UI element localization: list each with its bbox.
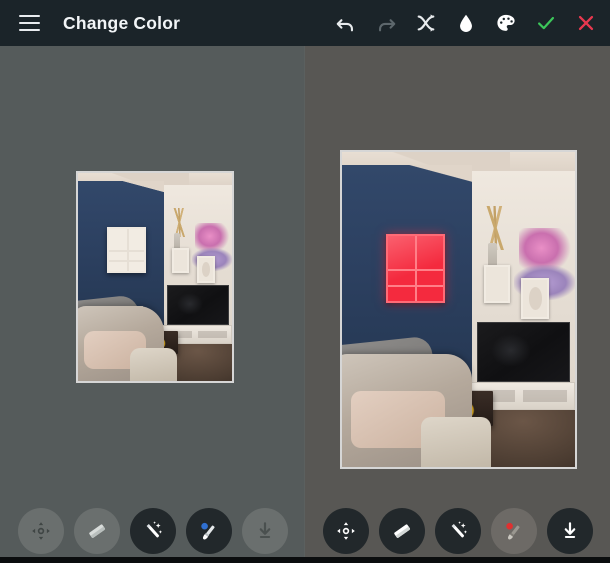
magic-wand-icon [146,521,162,538]
magic-wand-tool-button-left[interactable] [129,508,176,554]
move-arrows-icon [31,522,50,540]
close-x-icon [578,15,594,31]
app-header: Change Color [0,0,610,46]
eraser-icon [88,524,105,538]
photo-after[interactable] [340,150,577,469]
footer-strip [0,557,610,563]
shuffle-icon [417,14,435,32]
shelf-divider-horizontal [109,260,144,263]
cancel-button[interactable] [566,0,606,46]
move-arrows-icon [336,522,355,540]
canvas-area [0,46,610,563]
hamburger-line [18,29,40,31]
wall-shelf-recolored[interactable] [386,233,445,304]
move-tool-button-right[interactable] [322,508,369,554]
paint-drop-icon [460,14,472,32]
brush-tool-button-left[interactable] [185,508,232,554]
header-action-bar [326,0,610,46]
toolbar-left [0,505,305,557]
eraser-icon [393,524,410,538]
room-illustration-before [78,173,232,381]
brush-tool-button-right[interactable] [490,508,537,554]
room-illustration-after [342,152,575,467]
pane-after[interactable] [305,46,610,563]
undo-arrow-icon [336,19,354,32]
download-icon [259,522,270,538]
palette-button[interactable] [486,0,526,46]
fill-button[interactable] [446,0,486,46]
cushion [421,416,492,467]
hamburger-line [18,15,40,17]
eraser-tool-button-left[interactable] [73,508,120,554]
paint-brush-icon [200,522,215,540]
cube-shelf-1 [171,247,189,273]
cushion [130,347,177,381]
shelf-divider-horizontal [388,284,443,287]
change-color-app: Change Color [0,0,610,563]
download-tool-button-left[interactable] [241,508,288,554]
pane-before[interactable] [0,46,305,563]
cube-shelf-2 [521,278,550,319]
hamburger-menu-icon[interactable] [6,0,52,46]
shelf-divider-horizontal [109,249,144,252]
television [167,285,229,325]
pane-divider [304,46,305,563]
television [477,322,571,382]
redo-arrow-icon [378,19,396,32]
undo-button[interactable] [326,0,366,46]
toolbar-right [305,505,610,557]
photo-before[interactable] [76,171,234,383]
shelf-divider-horizontal [388,268,443,271]
shuffle-button[interactable] [406,0,446,46]
wall-shelf-original[interactable] [107,227,146,273]
color-palette-icon [497,14,515,31]
eraser-tool-button-right[interactable] [378,508,425,554]
cube-shelf-2 [196,256,216,284]
paint-brush-icon [505,522,520,540]
brush-color-badge [200,522,208,530]
cube-shelf-1 [484,265,510,304]
download-tool-button-right[interactable] [546,508,593,554]
checkmark-icon [538,16,555,30]
magic-wand-tool-button-right[interactable] [434,508,481,554]
move-tool-button-left[interactable] [17,508,64,554]
page-title: Change Color [63,12,181,33]
download-icon [564,522,575,538]
magic-wand-icon [451,521,467,538]
hamburger-line [18,22,40,24]
confirm-button[interactable] [526,0,566,46]
brush-color-badge [505,522,513,530]
redo-button[interactable] [366,0,406,46]
